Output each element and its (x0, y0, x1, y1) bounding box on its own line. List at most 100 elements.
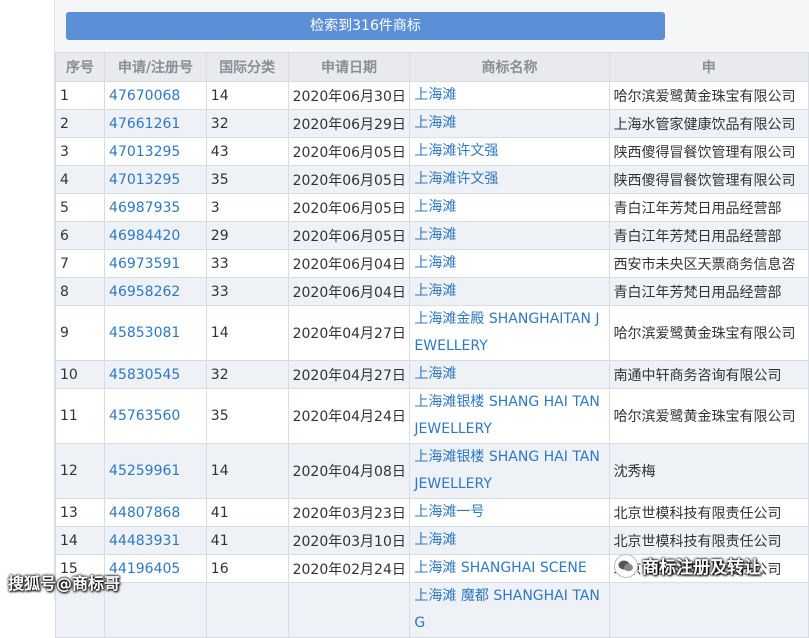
table-row[interactable]: 5 46987935 3 2020年06月05日 上海滩 青白江年芳梵日用品经营部 (54, 193, 809, 222)
reg-no-cell[interactable]: 47013295 (104, 165, 207, 194)
reg-no-link[interactable]: 45853081 (109, 325, 180, 341)
reg-no-cell[interactable]: 46973591 (104, 249, 207, 278)
trademark-name-link[interactable]: 上海滩许文强 (414, 171, 498, 187)
trademark-name-link[interactable]: 上海滩 魔都 SHANGHAI TANG (414, 588, 599, 631)
applicant-cell: 青白江年芳梵日用品经营部 (608, 193, 809, 222)
trademark-name-cell[interactable]: 上海滩 (409, 221, 610, 250)
table-row[interactable]: 9 45853081 14 2020年04月27日 上海滩金殿 SHANGHAITAN … (54, 305, 809, 361)
applicant-cell: 青白江年芳梵日用品经营部 (608, 221, 809, 250)
class-cell: 43 (205, 137, 289, 166)
reg-no-link[interactable]: 44807868 (109, 505, 180, 521)
reg-no-cell[interactable]: 45763560 (104, 388, 207, 444)
applicant-cell: 青白江年芳梵日用品经营部 (613, 284, 782, 301)
date-cell: 2020年04月27日 (292, 367, 406, 384)
reg-no-cell[interactable]: 45853081 (104, 305, 207, 361)
reg-no-link[interactable]: 45830545 (109, 367, 180, 383)
trademark-name-cell[interactable]: 上海滩 (409, 249, 610, 278)
trademark-name-cell[interactable]: 上海滩 (409, 193, 610, 222)
reg-no-link[interactable]: 47013295 (109, 172, 180, 188)
table-row[interactable]: 上海滩 魔都 SHANGHAI TANG (54, 582, 809, 638)
trademark-name-cell[interactable]: 上海滩许文强 (409, 137, 610, 166)
reg-no-cell[interactable]: 45830545 (104, 360, 207, 389)
trademark-name-cell[interactable]: 上海滩 魔都 SHANGHAI TANG (409, 582, 610, 638)
trademark-table: 序号 申请/注册号 国际分类 申请日期 商标名称 申 1 47670068 14 20… (54, 52, 809, 638)
header-seq[interactable]: 序号 (54, 52, 106, 82)
trademark-name-link[interactable]: 上海滩 (414, 283, 456, 299)
date-cell: 2020年03月10日 (287, 526, 411, 555)
table-row[interactable]: 11 45763560 35 2020年04月24日 上海滩银楼 SHANG HAI T… (54, 388, 809, 444)
trademark-name-link[interactable]: 上海滩 (414, 255, 456, 271)
seq-cell: 14 (54, 526, 106, 555)
table-row[interactable]: 7 46973591 33 2020年06月04日 上海滩 西安市未央区天票商务信息咨 (54, 249, 809, 278)
reg-no-cell[interactable]: 47661261 (104, 109, 207, 138)
seq-cell: 2 (54, 109, 106, 138)
seq-cell: 10 (54, 360, 106, 389)
table-row[interactable]: 4 47013295 35 2020年06月05日 上海滩许文强 陕西傻得冒餐饮管理有限公… (54, 165, 809, 194)
trademark-name-cell[interactable]: 上海滩 (409, 109, 610, 138)
reg-no-link[interactable]: 45259961 (109, 463, 180, 479)
trademark-name-cell[interactable]: 上海滩金殿 SHANGHAITAN JEWELLERY (409, 305, 610, 361)
reg-no-link[interactable]: 44483931 (109, 533, 180, 549)
header-name[interactable]: 商标名称 (409, 52, 610, 82)
trademark-name-link[interactable]: 上海滩银楼 SHANG HAI TAN JEWELLERY (414, 449, 599, 492)
trademark-name-cell[interactable]: 上海滩 (409, 277, 610, 306)
header-applicant[interactable]: 申 (608, 52, 809, 82)
header-reg-no[interactable]: 申请/注册号 (104, 52, 207, 82)
trademark-name-link[interactable]: 上海滩一号 (414, 504, 484, 520)
reg-no-cell[interactable]: 46987935 (104, 193, 207, 222)
applicant-cell: 青白江年芳梵日用品经营部 (613, 228, 782, 245)
trademark-name-link[interactable]: 上海滩 (414, 115, 456, 131)
reg-no-link[interactable]: 46984420 (109, 228, 180, 244)
trademark-name-link[interactable]: 上海滩许文强 (414, 143, 498, 159)
trademark-name-cell[interactable]: 上海滩 (409, 526, 610, 555)
trademark-name-link[interactable]: 上海滩 (414, 227, 456, 243)
class-cell: 29 (210, 227, 229, 244)
table-row[interactable]: 3 47013295 43 2020年06月05日 上海滩许文强 陕西傻得冒餐饮管理有限公… (54, 137, 809, 166)
trademark-name-cell[interactable]: 上海滩银楼 SHANG HAI TAN JEWELLERY (409, 443, 610, 499)
reg-no-cell[interactable]: 44807868 (104, 498, 207, 527)
reg-no-cell[interactable]: 45259961 (104, 443, 207, 499)
trademark-name-link[interactable]: 上海滩银楼 SHANG HAI TAN JEWELLERY (414, 394, 599, 437)
reg-no-link[interactable]: 47670068 (109, 88, 180, 104)
class-cell: 32 (205, 109, 289, 138)
trademark-name-link[interactable]: 上海滩 (414, 87, 456, 103)
table-row[interactable]: 12 45259961 14 2020年04月08日 上海滩银楼 SHANG HAI T… (54, 443, 809, 499)
trademark-name-cell[interactable]: 上海滩 (409, 360, 610, 389)
wechat-watermark: 商标注册及转让 (614, 553, 761, 578)
table-row[interactable]: 6 46984420 29 2020年06月05日 上海滩 青白江年芳梵日用品经营部 (54, 221, 809, 250)
reg-no-link[interactable]: 47661261 (109, 116, 180, 132)
reg-no-cell[interactable]: 46958262 (104, 277, 207, 306)
table-row[interactable]: 1 47670068 14 2020年06月30日 上海滩 哈尔滨爱鹭黄金珠宝有限公司 (54, 81, 809, 110)
header-date[interactable]: 申请日期 (287, 52, 411, 82)
trademark-name-link[interactable]: 上海滩 SHANGHAI SCENE (414, 560, 586, 576)
table-row[interactable]: 8 46958262 33 2020年06月04日 上海滩 青白江年芳梵日用品经营部 (54, 277, 809, 306)
reg-no-cell[interactable]: 47670068 (104, 81, 207, 110)
reg-no-link[interactable]: 47013295 (109, 144, 180, 160)
reg-no-link[interactable]: 46973591 (109, 256, 180, 272)
date-cell (287, 582, 411, 638)
reg-no-cell[interactable]: 44483931 (104, 526, 207, 555)
trademark-name-link[interactable]: 上海滩 (414, 366, 456, 382)
table-row[interactable]: 2 47661261 32 2020年06月29日 上海滩 上海水管家健康饮品有限公司 (54, 109, 809, 138)
reg-no-link[interactable]: 45763560 (109, 408, 180, 424)
seq-cell: 6 (60, 227, 69, 244)
header-class[interactable]: 国际分类 (205, 52, 289, 82)
reg-no-cell[interactable]: 47013295 (104, 137, 207, 166)
trademark-name-cell[interactable]: 上海滩一号 (409, 498, 610, 527)
trademark-name-link[interactable]: 上海滩 (414, 199, 456, 215)
trademark-name-cell[interactable]: 上海滩银楼 SHANG HAI TAN JEWELLERY (409, 388, 610, 444)
trademark-name-link[interactable]: 上海滩金殿 SHANGHAITAN JEWELLERY (414, 311, 599, 354)
reg-no-link[interactable]: 46958262 (109, 284, 180, 300)
trademark-name-cell[interactable]: 上海滩 SHANGHAI SCENE (409, 554, 610, 583)
applicant-cell: 南通中轩商务咨询有限公司 (613, 367, 782, 384)
trademark-name-cell[interactable]: 上海滩 (409, 81, 610, 110)
reg-no-cell[interactable]: 46984420 (104, 221, 207, 250)
reg-no-link[interactable]: 46987935 (109, 200, 180, 216)
applicant-cell: 哈尔滨爱鹭黄金珠宝有限公司 (608, 388, 809, 444)
table-row[interactable]: 10 45830545 32 2020年04月27日 上海滩 南通中轩商务咨询有限公司 (54, 360, 809, 389)
trademark-name-cell[interactable]: 上海滩许文强 (409, 165, 610, 194)
result-count-banner[interactable]: 检索到316件商标 (66, 12, 665, 40)
trademark-name-link[interactable]: 上海滩 (414, 532, 456, 548)
table-row[interactable]: 14 44483931 41 2020年03月10日 上海滩 北京世模科技有限责任公司 (54, 526, 809, 555)
table-row[interactable]: 13 44807868 41 2020年03月23日 上海滩一号 北京世模科技有限责任公司 (54, 498, 809, 527)
